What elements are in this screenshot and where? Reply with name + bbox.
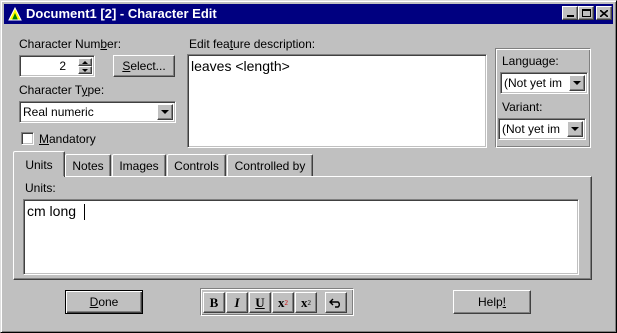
spin-down-icon (82, 68, 88, 72)
feature-description-input[interactable]: leaves <length> (187, 54, 487, 148)
variant-value: (Not yet im (502, 122, 561, 136)
close-icon (600, 9, 608, 17)
character-number-value: 2 (59, 59, 66, 73)
close-button[interactable] (596, 6, 612, 20)
done-button[interactable]: Done (65, 290, 143, 314)
character-type-select[interactable]: Real numeric (19, 101, 176, 123)
character-edit-window: Document1 [2] - Character Edit Character… (0, 0, 617, 333)
title-bar[interactable]: Document1 [2] - Character Edit (4, 4, 613, 24)
undo-icon (329, 298, 340, 308)
spin-up-icon (82, 60, 88, 64)
app-icon (8, 6, 22, 21)
minimize-icon (566, 15, 574, 17)
subscript-button[interactable]: x2 (295, 292, 317, 313)
units-text: cm long (27, 203, 77, 219)
help-button[interactable]: Help! (453, 290, 531, 314)
superscript-button[interactable]: x2 (272, 292, 294, 313)
chevron-down-icon (571, 127, 579, 131)
language-select[interactable]: (Not yet im (500, 72, 588, 94)
variant-select[interactable]: (Not yet im (498, 118, 586, 140)
mandatory-label[interactable]: Mandatory (39, 132, 96, 146)
chevron-down-icon (573, 81, 581, 85)
maximize-button[interactable] (578, 6, 594, 20)
units-label: Units: (25, 181, 56, 195)
character-type-label: Character Type: (19, 83, 105, 97)
language-label: Language: (502, 54, 559, 68)
text-cursor (84, 204, 85, 220)
character-number-spinbox[interactable]: 2 (19, 55, 95, 77)
feature-description-text: leaves <length> (191, 58, 290, 74)
character-number-label: Character Number: (19, 37, 122, 51)
variant-label: Variant: (502, 100, 543, 114)
character-type-dropdown-button[interactable] (157, 104, 173, 120)
tab-controlled-by[interactable]: Controlled by (227, 154, 313, 176)
bold-button[interactable]: B (203, 292, 225, 313)
mandatory-checkbox[interactable] (21, 132, 34, 145)
variant-dropdown-button[interactable] (567, 121, 583, 137)
spin-down-button[interactable] (78, 66, 92, 74)
italic-button[interactable]: I (226, 292, 248, 313)
language-value: (Not yet im (504, 76, 563, 90)
units-input[interactable]: cm long (23, 199, 579, 275)
maximize-icon (581, 9, 591, 17)
window-title: Document1 [2] - Character Edit (26, 6, 217, 21)
feature-description-label: Edit feature description: (189, 37, 316, 51)
select-button[interactable]: Select... (113, 55, 175, 77)
language-dropdown-button[interactable] (569, 75, 585, 91)
tab-units[interactable]: Units (13, 151, 65, 177)
character-type-value: Real numeric (23, 105, 94, 119)
tab-controls[interactable]: Controls (167, 154, 226, 176)
minimize-button[interactable] (562, 6, 578, 20)
spin-up-button[interactable] (78, 58, 92, 66)
tab-images[interactable]: Images (112, 154, 166, 176)
chevron-down-icon (161, 110, 169, 114)
tab-notes[interactable]: Notes (65, 154, 111, 176)
undo-button[interactable] (325, 292, 347, 313)
underline-button[interactable]: U (249, 292, 271, 313)
